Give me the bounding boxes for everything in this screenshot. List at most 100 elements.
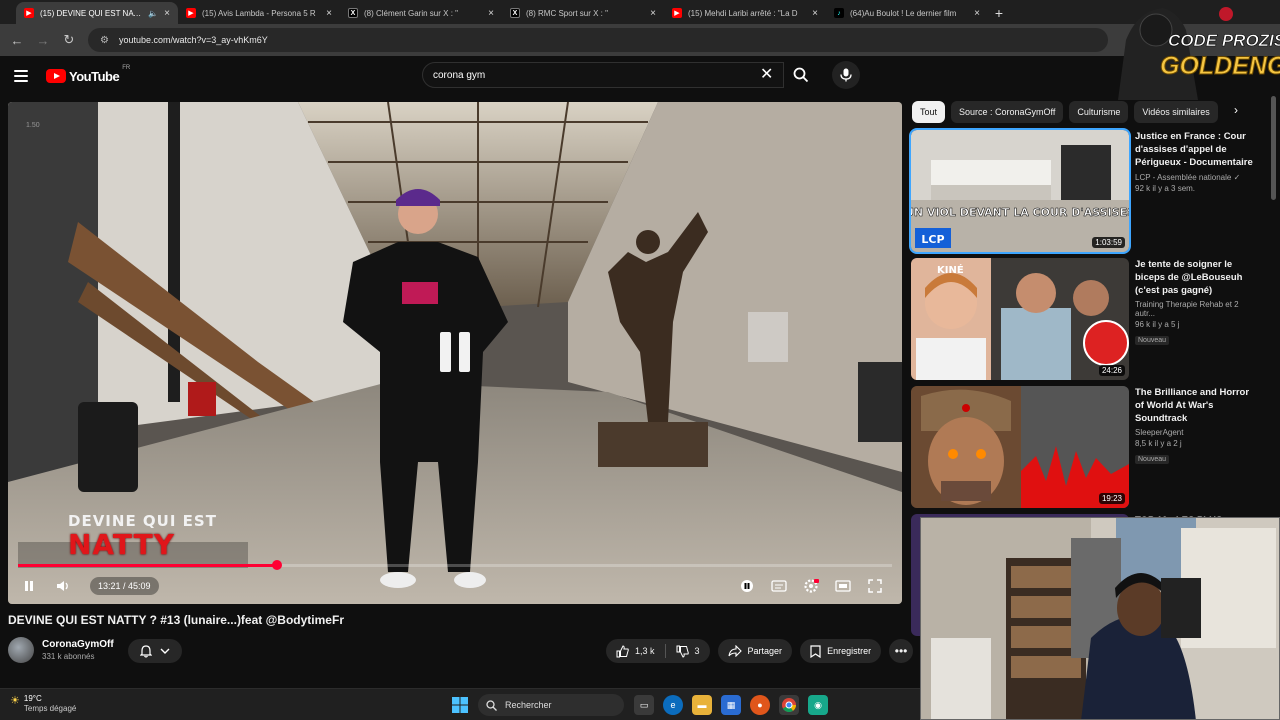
- recommendation-channel[interactable]: SleeperAgent: [1135, 428, 1257, 437]
- close-tab-icon[interactable]: ×: [812, 8, 818, 19]
- theater-icon: [835, 580, 851, 592]
- new-badge: Nouveau: [1135, 455, 1170, 464]
- app-icon[interactable]: ◉: [808, 695, 828, 715]
- close-tab-icon[interactable]: ×: [164, 8, 170, 19]
- video-player[interactable]: 1.50 DEVINE QUI EST NATTY 13:21 / 45:09: [8, 102, 902, 604]
- tab-title: (8) Clément Garin sur X : ": [364, 8, 458, 18]
- player-controls: 13:21 / 45:09: [8, 572, 902, 600]
- new-tab-button[interactable]: +: [988, 2, 1010, 24]
- chip-bodybuilding[interactable]: Culturisme: [1069, 101, 1129, 123]
- bell-icon: [140, 644, 152, 658]
- youtube-icon: ▶: [24, 8, 34, 18]
- chrome-icon[interactable]: [779, 695, 799, 715]
- video-watermark: 1.50: [26, 122, 40, 129]
- duration-badge: 24:26: [1098, 365, 1125, 376]
- fullscreen-button[interactable]: [862, 573, 888, 599]
- theater-mode-button[interactable]: [830, 573, 856, 599]
- thumbs-down-icon: [676, 645, 689, 658]
- youtube-icon: ▶: [672, 8, 682, 18]
- subtitles-button[interactable]: [766, 573, 792, 599]
- windows-taskbar: ☀ 19°C Temps dégagé Rechercher ▭ e ▬ ▦ ●…: [0, 688, 920, 720]
- like-count: 1,3 k: [635, 646, 655, 656]
- weather-widget[interactable]: ☀ 19°C Temps dégagé: [10, 694, 76, 713]
- edge-icon[interactable]: e: [663, 695, 683, 715]
- firefox-icon[interactable]: ●: [750, 695, 770, 715]
- more-icon: •••: [894, 644, 908, 658]
- filter-chips: Tout Source : CoronaGymOff Culturisme Vi…: [912, 101, 1250, 123]
- volume-button[interactable]: [50, 573, 76, 599]
- recommendation-channel[interactable]: Training Therapie Rehab et 2 autr...: [1135, 300, 1257, 318]
- list-item[interactable]: KINÉ 24:26 Je tente de soigner le biceps…: [911, 258, 1261, 384]
- close-tab-icon[interactable]: ×: [488, 8, 494, 19]
- clear-search-icon[interactable]: ✕: [760, 65, 773, 85]
- save-button[interactable]: Enregistrer: [800, 639, 882, 663]
- subscription-bell-button[interactable]: [128, 639, 182, 663]
- file-explorer-icon[interactable]: ▬: [692, 695, 712, 715]
- chip-all[interactable]: Tout: [912, 101, 946, 123]
- video-thumbnail[interactable]: UN VIOL DEVANT LA COUR D'ASSISES LCP 1:0…: [909, 128, 1131, 254]
- voice-search-button[interactable]: [832, 61, 860, 89]
- recommendation-title[interactable]: The Brilliance and Horror of World At Wa…: [1135, 386, 1257, 425]
- video-thumbnail[interactable]: 19:23: [911, 386, 1129, 508]
- search-input[interactable]: corona gym: [422, 62, 784, 88]
- thumbnail-brand: LCP: [921, 233, 944, 246]
- recommendation-title[interactable]: Je tente de soigner le biceps de @LeBous…: [1135, 258, 1257, 297]
- task-view-icon[interactable]: ▭: [634, 695, 654, 715]
- channel-avatar[interactable]: [8, 637, 34, 663]
- autoplay-toggle[interactable]: [734, 573, 760, 599]
- recommendation-channel[interactable]: LCP - Assemblée nationale ✓: [1135, 173, 1257, 182]
- volume-icon: [57, 581, 68, 591]
- progress-bar[interactable]: [18, 560, 892, 570]
- youtube-logo[interactable]: YouTube FR: [46, 65, 130, 84]
- browser-tab[interactable]: ♪ (64)Au Boulot ! Le dernier film ×: [826, 2, 988, 24]
- pause-button[interactable]: [16, 573, 42, 599]
- store-icon[interactable]: ▦: [721, 695, 741, 715]
- pause-indicator-icon: [440, 332, 474, 372]
- recommendation-title[interactable]: Justice en France : Cour d'assises d'app…: [1135, 130, 1257, 170]
- browser-tab[interactable]: ▶ (15) Avis Lambda - Persona 5 R ×: [178, 2, 340, 24]
- stream-overlay-logo: CODE PROZIS GOLDENG: [1108, 0, 1280, 100]
- fullscreen-icon: [868, 579, 882, 593]
- browser-tab[interactable]: ▶ (15) DEVINE QUI EST NATTY 🔈 ×: [16, 2, 178, 24]
- chip-source[interactable]: Source : CoronaGymOff: [951, 101, 1064, 123]
- thumbnail-caption: KINÉ: [937, 263, 964, 276]
- webcam-overlay: [920, 517, 1280, 720]
- browser-tab[interactable]: X (8) Clément Garin sur X : " ×: [340, 2, 502, 24]
- close-tab-icon[interactable]: ×: [974, 8, 980, 19]
- reload-button[interactable]: ↻: [58, 29, 80, 51]
- start-button[interactable]: [452, 697, 468, 713]
- site-info-icon[interactable]: ⚙: [100, 35, 109, 46]
- settings-button[interactable]: [798, 573, 824, 599]
- menu-icon[interactable]: [14, 70, 28, 82]
- like-button[interactable]: 1,3 k: [606, 644, 665, 658]
- overlay-logo-line2: GOLDENG: [1160, 52, 1280, 80]
- list-item[interactable]: 19:23 The Brilliance and Horror of World…: [911, 386, 1261, 512]
- address-bar[interactable]: ⚙ youtube.com/watch?v=3_ay-vhKm6Y: [88, 28, 1108, 52]
- time-display: 13:21 / 45:09: [90, 577, 159, 595]
- dislike-button[interactable]: 3: [666, 645, 710, 658]
- youtube-icon: ▶: [186, 8, 196, 18]
- video-title: DEVINE QUI EST NATTY ? #13 (lunaire...)f…: [8, 613, 344, 627]
- taskbar-apps: ▭ e ▬ ▦ ● ◉: [634, 695, 828, 715]
- taskbar-search[interactable]: Rechercher: [478, 694, 624, 716]
- close-tab-icon[interactable]: ×: [326, 8, 332, 19]
- chevron-right-icon[interactable]: ›: [1234, 103, 1238, 117]
- more-actions-button[interactable]: •••: [889, 639, 914, 663]
- search-button[interactable]: [786, 62, 816, 88]
- back-button[interactable]: ←: [6, 29, 28, 51]
- video-thumbnail[interactable]: KINÉ 24:26: [911, 258, 1129, 380]
- sidebar-scrollbar[interactable]: [1271, 96, 1276, 200]
- browser-tab[interactable]: ▶ (15) Mehdi Laribi arrêté : "La D ×: [664, 2, 826, 24]
- chip-similar[interactable]: Vidéos similaires: [1134, 101, 1218, 123]
- browser-tab[interactable]: X (8) RMC Sport sur X : " ×: [502, 2, 664, 24]
- dislike-count: 3: [694, 646, 700, 656]
- progress-scrubber[interactable]: [271, 560, 282, 570]
- close-tab-icon[interactable]: ×: [650, 8, 656, 19]
- thumbnail-caption: UN VIOL DEVANT LA COUR D'ASSISES: [911, 206, 1129, 219]
- forward-button[interactable]: →: [32, 29, 54, 51]
- overlay-line2: NATTY: [68, 528, 176, 561]
- share-button[interactable]: Partager: [717, 639, 793, 663]
- channel-name[interactable]: CoronaGymOff: [42, 639, 114, 650]
- list-item[interactable]: UN VIOL DEVANT LA COUR D'ASSISES LCP 1:0…: [909, 128, 1261, 256]
- tab-title: (15) Avis Lambda - Persona 5 R: [202, 8, 316, 18]
